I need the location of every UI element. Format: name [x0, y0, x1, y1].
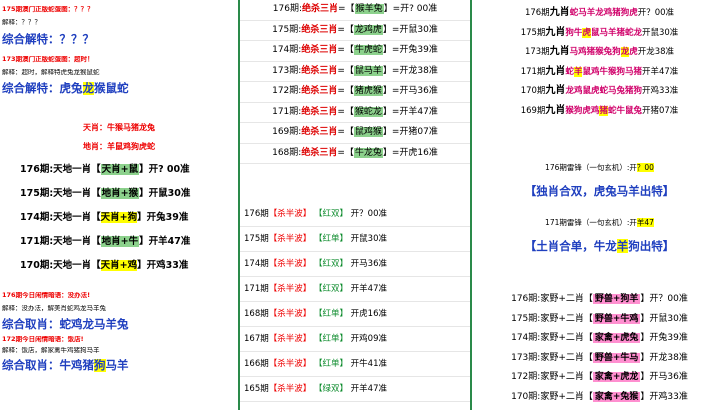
table-row: 176期:家野+二肖【 野兽+狗羊 】开？00准: [511, 294, 688, 304]
table-row: 171期:绝杀三肖=【猴蛇龙】=开羊47准: [240, 103, 470, 123]
middle-column: 176期:绝杀三肖=【猴羊兔】=开? 00准 175期:绝杀三肖=【龙鸡虎】=开…: [238, 0, 470, 410]
table-row: 175期:家野+二肖【 野兽+牛鸡 】开鼠30准: [511, 313, 688, 324]
table-row: 176期:绝杀三肖=【猴羊兔】=开? 00准: [240, 0, 470, 21]
title-172-pick: 综合取肖：牛鸡猪狗马羊: [2, 358, 129, 372]
left-column: 175期澳门正版蛇蛋图：？？？ 解释：？？？ 综合解特：？？？ 173期澳门正版…: [0, 0, 238, 410]
nine-xiao-table: 176期九肖蛇马羊龙鸡猪狗虎开？00准 175期九肖狗牛虎鼠马羊猪蛇龙开鼠30准…: [472, 3, 725, 120]
table-row: 174期【杀半波】 【红双】 开马36准: [240, 252, 470, 277]
table-row: 165期【杀半波】 【绿双】 开羊47准: [240, 377, 470, 402]
note-175-explain: 解释：？？？: [2, 19, 41, 27]
table-row: 172期:绝杀三肖=【猪虎猴】=开马36准: [240, 82, 470, 103]
table-row: 167期【杀半波】 【红单】 开鸡09准: [240, 327, 470, 352]
thunder-176-line: 176期雷锋（一句玄机）:开？00: [545, 163, 654, 172]
table-row: 171期:天地一肖【地肖+牛】开羊47准: [20, 235, 191, 247]
dixiao-line: 地肖：羊鼠鸡狗虎蛇: [83, 141, 155, 151]
table-row: 173期:绝杀三肖=【鼠马羊】=开龙38准: [240, 62, 470, 82]
title-176-pick: 综合取肖：蛇鸡龙马羊兔: [2, 317, 129, 331]
table-row: 170期:家野+二肖【 家禽+兔猴 】开鸡33准: [511, 391, 688, 402]
page-root: 175期澳门正版蛇蛋图：？？？ 解释：？？？ 综合解特：？？？ 173期澳门正版…: [0, 0, 725, 410]
tianxiao-line: 天肖：牛猴马猪龙兔: [83, 123, 155, 133]
note-172-idle: 172期今日闲情暗语：饭店!: [2, 335, 84, 343]
table-row: 172期:家野+二肖【 家禽+虎龙 】开马36准: [511, 372, 688, 382]
table-row: 175期九肖狗牛虎鼠马羊猪蛇龙开鼠30准: [520, 26, 679, 38]
table-row: 171期【杀半波】 【红双】 开羊47准: [240, 277, 470, 302]
table-row: 173期:家野+二肖【 野兽+牛马 】开龙38准: [511, 352, 688, 363]
table-row: 174期:家野+二肖【 家禽+虎兔 】开兔39准: [511, 333, 688, 343]
table-row: 168期【杀半波】 【红单】 开虎16准: [240, 302, 470, 327]
table-row: 166期【杀半波】 【红单】 开牛41准: [240, 352, 470, 377]
title-173-special: 综合解特：虎兔龙猴鼠蛇: [2, 82, 129, 96]
note-176-idle: 176期今日闲情暗语：没办法!: [2, 291, 91, 299]
home-wild-table: 176期:家野+二肖【 野兽+狗羊 】开？00准 175期:家野+二肖【 野兽+牛鸡】…: [472, 290, 725, 407]
table-row: 175期【杀半波】 【红单】 开鼠30准: [240, 227, 470, 252]
table-row: 171期九肖蛇羊鼠鸡牛猴狗马猪开羊47准: [520, 65, 679, 77]
note-173-snake-egg: 173期澳门正版蛇蛋图：超时！: [2, 56, 94, 64]
note-176-idle-explain: 解释：没办法，解美肖蛇鸡龙马羊兔: [2, 305, 106, 313]
table-row: 175期:绝杀三肖=【龙鸡虎】=开鼠30准: [240, 21, 470, 41]
table-row: 169期:绝杀三肖=【鼠鸡猴】=开猪07准: [240, 123, 470, 144]
tiandi-table: 176期:天地一肖【天肖+鼠】开? 00准 175期:天地一肖【地肖+猴】开鼠3…: [0, 158, 238, 278]
thunder-176-title: 【独肖合双，虎兔马羊出特】: [524, 184, 675, 198]
note-175-snake-egg: 175期澳门正版蛇蛋图：？？？: [2, 6, 94, 13]
note-172-idle-explain: 解释：饭店，解家禽牛鸡猪狗马羊: [2, 347, 100, 355]
thunder-171-title: 【土肖合单，牛龙羊狗出特】: [524, 239, 675, 253]
kill-three-table: 176期:绝杀三肖=【猴羊兔】=开? 00准 175期:绝杀三肖=【龙鸡虎】=开…: [240, 0, 470, 164]
table-row: 174期:天地一肖【天肖+狗】开兔39准: [20, 211, 189, 223]
thunder-171-line: 171期雷锋（一句玄机）:开羊47: [545, 218, 654, 227]
table-row: 173期九肖马鸡猪猴兔狗龙虎开龙38准: [524, 46, 675, 57]
table-row: 170期:天地一肖【天肖+鸡】开鸡33准: [20, 259, 189, 271]
note-173-explain: 解释：超时，解释特虎兔龙猴鼠蛇: [2, 68, 100, 76]
title-175-special: 综合解特：？？？: [2, 32, 94, 46]
kill-half-wave-table: 176期【杀半波】 【红双】 开？00准 175期【杀半波】 【红单】 开鼠30…: [240, 202, 470, 402]
table-row: 170期九肖龙鸡鼠虎蛇马兔猪狗开鸡33准: [520, 85, 679, 96]
right-column: 176期九肖蛇马羊龙鸡猪狗虎开？00准 175期九肖狗牛虎鼠马羊猪蛇龙开鼠30准…: [470, 0, 725, 410]
table-row: 169期九肖猴狗虎鸡猪蛇牛鼠兔开猪07准: [520, 104, 679, 116]
table-row: 168期:绝杀三肖=【牛龙兔】=开虎16准: [240, 144, 470, 164]
table-row: 176期【杀半波】 【红双】 开？00准: [240, 202, 470, 227]
table-row: 174期:绝杀三肖=【牛虎蛇】=开兔39准: [240, 41, 470, 62]
table-row: 176期:天地一肖【天肖+鼠】开? 00准: [20, 163, 190, 175]
table-row: 175期:天地一肖【地肖+猴】开鼠30准: [20, 187, 191, 199]
table-row: 176期九肖蛇马羊龙鸡猪狗虎开？00准: [524, 7, 675, 18]
